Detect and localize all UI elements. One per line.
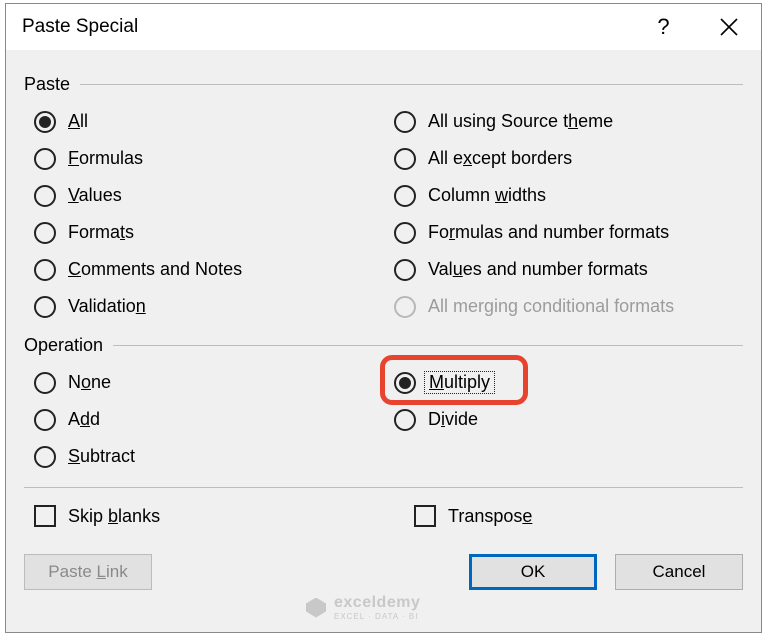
paste-special-dialog: Paste Special ? Paste All Formulas Values F… xyxy=(5,3,762,633)
checkbox-label: Transpose xyxy=(448,506,532,527)
radio-label: All except borders xyxy=(428,148,572,169)
radio-icon xyxy=(394,372,416,394)
radio-formulas[interactable]: Formulas xyxy=(34,140,394,177)
group-label-operation: Operation xyxy=(24,335,113,356)
paste-link-button: Paste Link xyxy=(24,554,152,590)
checkbox-label: Skip blanks xyxy=(68,506,160,527)
radio-label: All merging conditional formats xyxy=(428,296,674,317)
radio-all-merging-conditional-formats: All merging conditional formats xyxy=(394,288,743,325)
skip-blanks-checkbox[interactable]: Skip blanks xyxy=(34,496,414,536)
radio-icon xyxy=(34,148,56,170)
extra-options: Skip blanks Transpose xyxy=(24,496,743,536)
help-button[interactable]: ? xyxy=(631,4,696,50)
radio-icon xyxy=(34,222,56,244)
radio-label: Column widths xyxy=(428,185,546,206)
radio-label: Divide xyxy=(428,409,478,430)
radio-label: Multiply xyxy=(428,372,495,393)
radio-icon xyxy=(394,296,416,318)
radio-icon xyxy=(394,148,416,170)
ok-button[interactable]: OK xyxy=(469,554,597,590)
radio-icon xyxy=(34,372,56,394)
radio-label: Values and number formats xyxy=(428,259,648,280)
radio-comments-and-notes[interactable]: Comments and Notes xyxy=(34,251,394,288)
checkbox-icon xyxy=(414,505,436,527)
close-button[interactable] xyxy=(696,4,761,50)
watermark: exceldemy EXCEL · DATA · BI xyxy=(306,594,420,621)
titlebar: Paste Special ? xyxy=(6,4,761,50)
radio-multiply[interactable]: Multiply xyxy=(394,364,743,401)
divider xyxy=(80,84,743,85)
radio-label: Formats xyxy=(68,222,134,243)
cancel-button[interactable]: Cancel xyxy=(615,554,743,590)
radio-icon xyxy=(34,185,56,207)
checkbox-icon xyxy=(34,505,56,527)
radio-icon xyxy=(34,259,56,281)
radio-values-and-number-formats[interactable]: Values and number formats xyxy=(394,251,743,288)
radio-formulas-and-number-formats[interactable]: Formulas and number formats xyxy=(394,214,743,251)
radio-label: Subtract xyxy=(68,446,135,467)
radio-add[interactable]: Add xyxy=(34,401,394,438)
radio-all-using-source-theme[interactable]: All using Source theme xyxy=(394,103,743,140)
radio-label: Formulas xyxy=(68,148,143,169)
radio-values[interactable]: Values xyxy=(34,177,394,214)
radio-icon xyxy=(394,409,416,431)
radio-icon xyxy=(394,259,416,281)
radio-icon xyxy=(34,446,56,468)
radio-label: Comments and Notes xyxy=(68,259,242,280)
radio-icon xyxy=(34,409,56,431)
paste-options: All Formulas Values Formats Comments and Not… xyxy=(24,103,743,325)
watermark-text: exceldemy xyxy=(334,594,420,611)
radio-label: All xyxy=(68,111,88,132)
radio-validation[interactable]: Validation xyxy=(34,288,394,325)
radio-none[interactable]: None xyxy=(34,364,394,401)
close-icon xyxy=(720,18,738,36)
group-header-paste: Paste xyxy=(24,74,743,95)
radio-all-except-borders[interactable]: All except borders xyxy=(394,140,743,177)
radio-icon xyxy=(34,296,56,318)
radio-label: Add xyxy=(68,409,100,430)
radio-label: None xyxy=(68,372,111,393)
radio-subtract[interactable]: Subtract xyxy=(34,438,394,475)
watermark-icon xyxy=(306,598,326,618)
radio-label: Formulas and number formats xyxy=(428,222,669,243)
radio-column-widths[interactable]: Column widths xyxy=(394,177,743,214)
group-label-paste: Paste xyxy=(24,74,80,95)
radio-divide[interactable]: Divide xyxy=(394,401,743,438)
radio-all[interactable]: All xyxy=(34,103,394,140)
operation-options: None Add Subtract Multiply Divide xyxy=(24,364,743,475)
transpose-checkbox[interactable]: Transpose xyxy=(414,496,743,536)
radio-icon xyxy=(394,222,416,244)
divider xyxy=(113,345,743,346)
group-header-operation: Operation xyxy=(24,335,743,356)
radio-icon xyxy=(394,111,416,133)
radio-icon xyxy=(34,111,56,133)
radio-label: Validation xyxy=(68,296,146,317)
radio-formats[interactable]: Formats xyxy=(34,214,394,251)
radio-label: Values xyxy=(68,185,122,206)
radio-label: All using Source theme xyxy=(428,111,613,132)
radio-icon xyxy=(394,185,416,207)
watermark-subtext: EXCEL · DATA · BI xyxy=(334,612,420,621)
divider xyxy=(24,487,743,488)
button-row: Paste Link OK Cancel xyxy=(6,536,761,590)
dialog-title: Paste Special xyxy=(22,16,631,38)
